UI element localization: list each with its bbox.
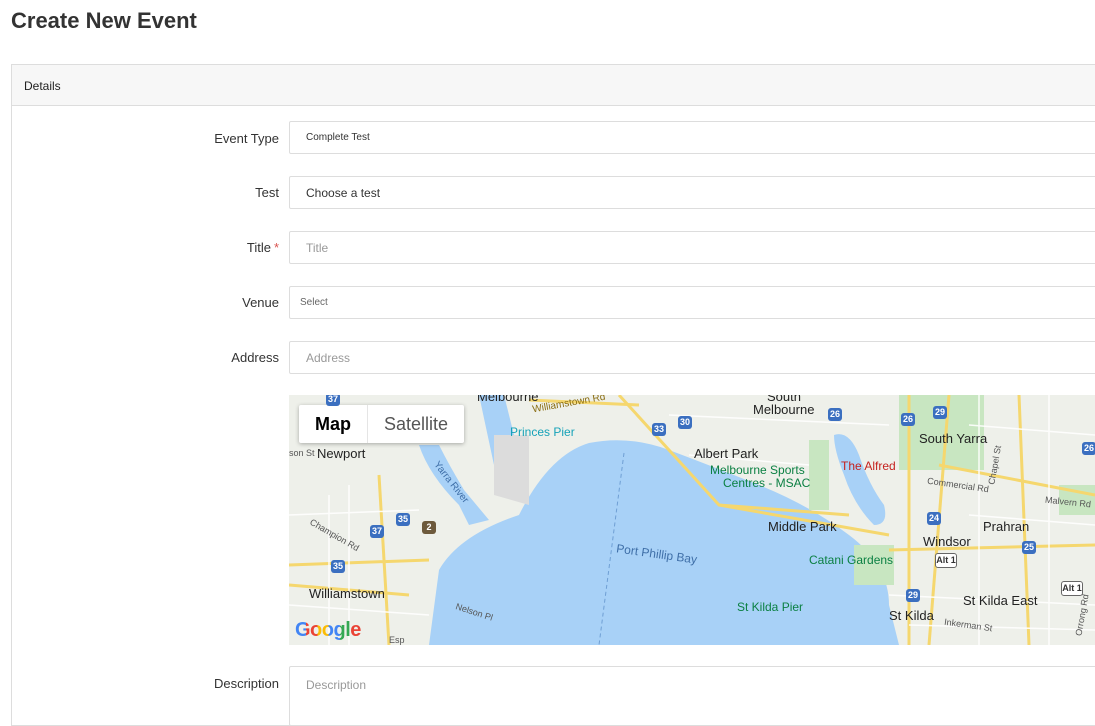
map-label: South Yarra bbox=[919, 431, 988, 446]
map-label: Melbourne bbox=[753, 402, 815, 417]
map-label: Albert Park bbox=[694, 446, 759, 461]
route-shield: Alt 1 bbox=[1061, 581, 1083, 596]
page-title: Create New Event bbox=[11, 8, 197, 33]
map-type-satellite-button[interactable]: Satellite bbox=[367, 405, 464, 443]
required-marker: * bbox=[273, 240, 279, 255]
route-shield: 2 bbox=[422, 521, 436, 534]
map-label: son St bbox=[289, 448, 315, 458]
route-shield: Alt 1 bbox=[935, 553, 957, 568]
title-label: Title * bbox=[246, 240, 279, 255]
route-shield: 37 bbox=[370, 525, 384, 538]
map-label: Princes Pier bbox=[510, 425, 575, 439]
panel-heading: Details bbox=[12, 65, 1095, 106]
route-shield: 33 bbox=[652, 423, 666, 436]
description-label: Description bbox=[213, 676, 279, 691]
venue-label: Venue bbox=[242, 295, 279, 310]
event-type-label: Event Type bbox=[214, 131, 279, 146]
route-shield: 24 bbox=[927, 512, 941, 525]
test-label: Test bbox=[255, 185, 279, 200]
map-widget[interactable]: Map Satellite Melbourne Williamstown Rd … bbox=[289, 395, 1095, 645]
title-input[interactable] bbox=[289, 231, 1095, 264]
description-textarea[interactable] bbox=[289, 666, 1095, 726]
map-label: St Kilda Pier bbox=[737, 600, 804, 614]
route-shield: 30 bbox=[678, 416, 692, 429]
map-label: Windsor bbox=[923, 534, 971, 549]
map-label: The Alfred bbox=[841, 459, 896, 473]
map-label: Melbourne Sports bbox=[710, 463, 805, 477]
route-shield: 29 bbox=[906, 589, 920, 602]
map-label: Melbourne bbox=[477, 395, 539, 404]
address-label: Address bbox=[231, 350, 279, 365]
route-shield: 35 bbox=[396, 513, 410, 526]
venue-select[interactable]: Select bbox=[289, 286, 1095, 319]
map-label: Middle Park bbox=[768, 519, 837, 534]
map-label: St Kilda bbox=[889, 608, 934, 623]
map-label: Newport bbox=[317, 446, 366, 461]
map-label: St Kilda East bbox=[963, 593, 1038, 608]
map-label: Centres - MSAC bbox=[723, 476, 811, 490]
route-shield: 35 bbox=[331, 560, 345, 573]
google-logo[interactable]: Google bbox=[295, 619, 361, 642]
map-label: Catani Gardens bbox=[809, 553, 894, 567]
event-type-select[interactable]: Complete Test bbox=[289, 121, 1095, 154]
route-shield: 26 bbox=[1082, 442, 1095, 455]
map-type-control: Map Satellite bbox=[299, 405, 465, 443]
route-shield: 29 bbox=[933, 406, 947, 419]
route-shield: 26 bbox=[828, 408, 842, 421]
test-select[interactable]: Choose a test bbox=[289, 176, 1095, 209]
route-shield: 26 bbox=[901, 413, 915, 426]
map-label: Prahran bbox=[983, 519, 1030, 534]
map-type-map-button[interactable]: Map bbox=[299, 405, 367, 443]
map-label: Williamstown bbox=[309, 586, 385, 601]
route-shield: 25 bbox=[1022, 541, 1036, 554]
route-shield: 37 bbox=[326, 395, 340, 406]
panel-heading-text: Details bbox=[24, 79, 61, 93]
map-label: Esp bbox=[389, 635, 405, 645]
address-input[interactable] bbox=[289, 341, 1095, 374]
